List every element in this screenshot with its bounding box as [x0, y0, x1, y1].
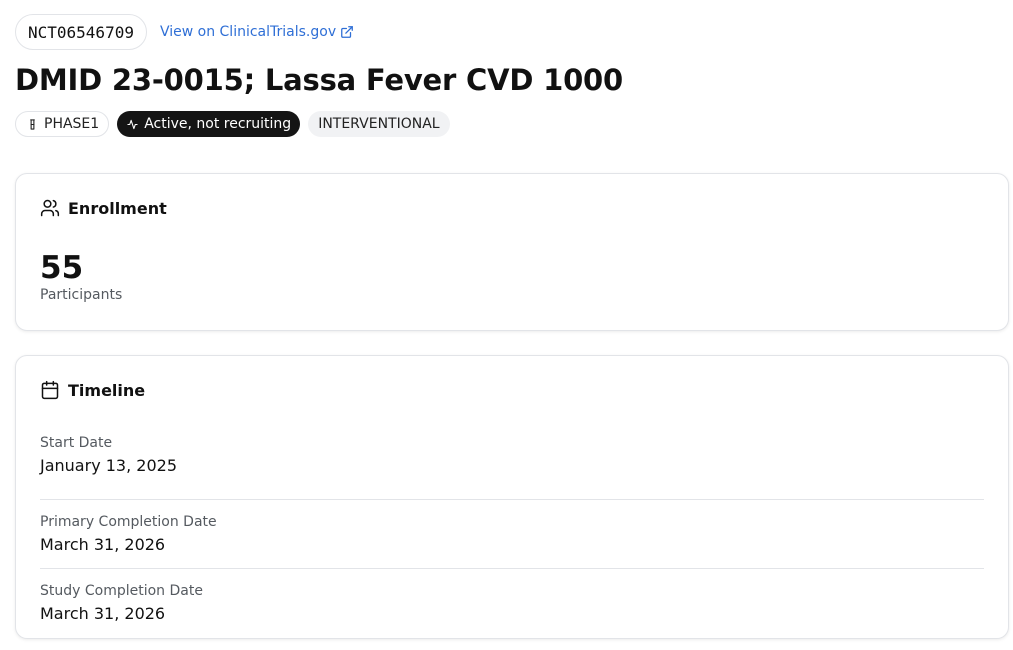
timeline-item-value: January 13, 2025 — [40, 456, 177, 475]
page-title: DMID 23-0015; Lassa Fever CVD 1000 — [15, 63, 624, 97]
badge-row: PHASE1 Active, not recruiting INTERVENTI… — [15, 111, 1008, 137]
external-link-icon — [341, 26, 354, 38]
flask-icon — [30, 118, 35, 130]
timeline-card: Timeline Start Date January 13, 2025 Pri… — [15, 355, 1009, 639]
enrollment-heading: Enrollment — [68, 198, 167, 218]
timeline-item-study-completion: Study Completion Date March 31, 2026 — [40, 569, 984, 638]
timeline-card-header: Timeline — [40, 380, 145, 400]
study-type-badge: INTERVENTIONAL — [308, 111, 450, 137]
users-icon — [40, 199, 60, 217]
enrollment-card: Enrollment 55 Participants — [15, 173, 1009, 331]
nct-id-badge[interactable]: NCT06546709 — [15, 14, 147, 50]
phase-badge: PHASE1 — [15, 111, 110, 137]
phase-badge-label: PHASE1 — [44, 116, 100, 132]
enrollment-count: 55 — [40, 250, 84, 286]
clinicaltrials-link[interactable]: View on ClinicalTrials.gov — [160, 24, 354, 40]
timeline-list: Start Date January 13, 2025 Primary Comp… — [40, 432, 984, 638]
id-row: NCT06546709 View on ClinicalTrials.gov — [15, 13, 1008, 51]
trial-detail-page: NCT06546709 View on ClinicalTrials.gov D… — [0, 0, 1013, 650]
activity-icon — [127, 119, 138, 129]
status-badge-label: Active, not recruiting — [144, 116, 292, 132]
timeline-item-label: Study Completion Date — [40, 583, 203, 599]
clinicaltrials-link-label: View on ClinicalTrials.gov — [159, 24, 337, 40]
status-badge: Active, not recruiting — [117, 111, 301, 137]
timeline-item-label: Start Date — [40, 435, 113, 451]
timeline-item-primary-completion: Primary Completion Date March 31, 2026 — [40, 500, 984, 569]
timeline-item-start-date: Start Date January 13, 2025 — [40, 432, 984, 500]
timeline-heading: Timeline — [68, 380, 146, 400]
enrollment-card-header: Enrollment — [40, 198, 167, 218]
calendar-icon — [41, 380, 59, 400]
timeline-item-label: Primary Completion Date — [40, 514, 217, 530]
enrollment-unit-label: Participants — [40, 287, 123, 303]
timeline-item-value: March 31, 2026 — [40, 535, 166, 554]
timeline-item-value: March 31, 2026 — [40, 604, 166, 623]
